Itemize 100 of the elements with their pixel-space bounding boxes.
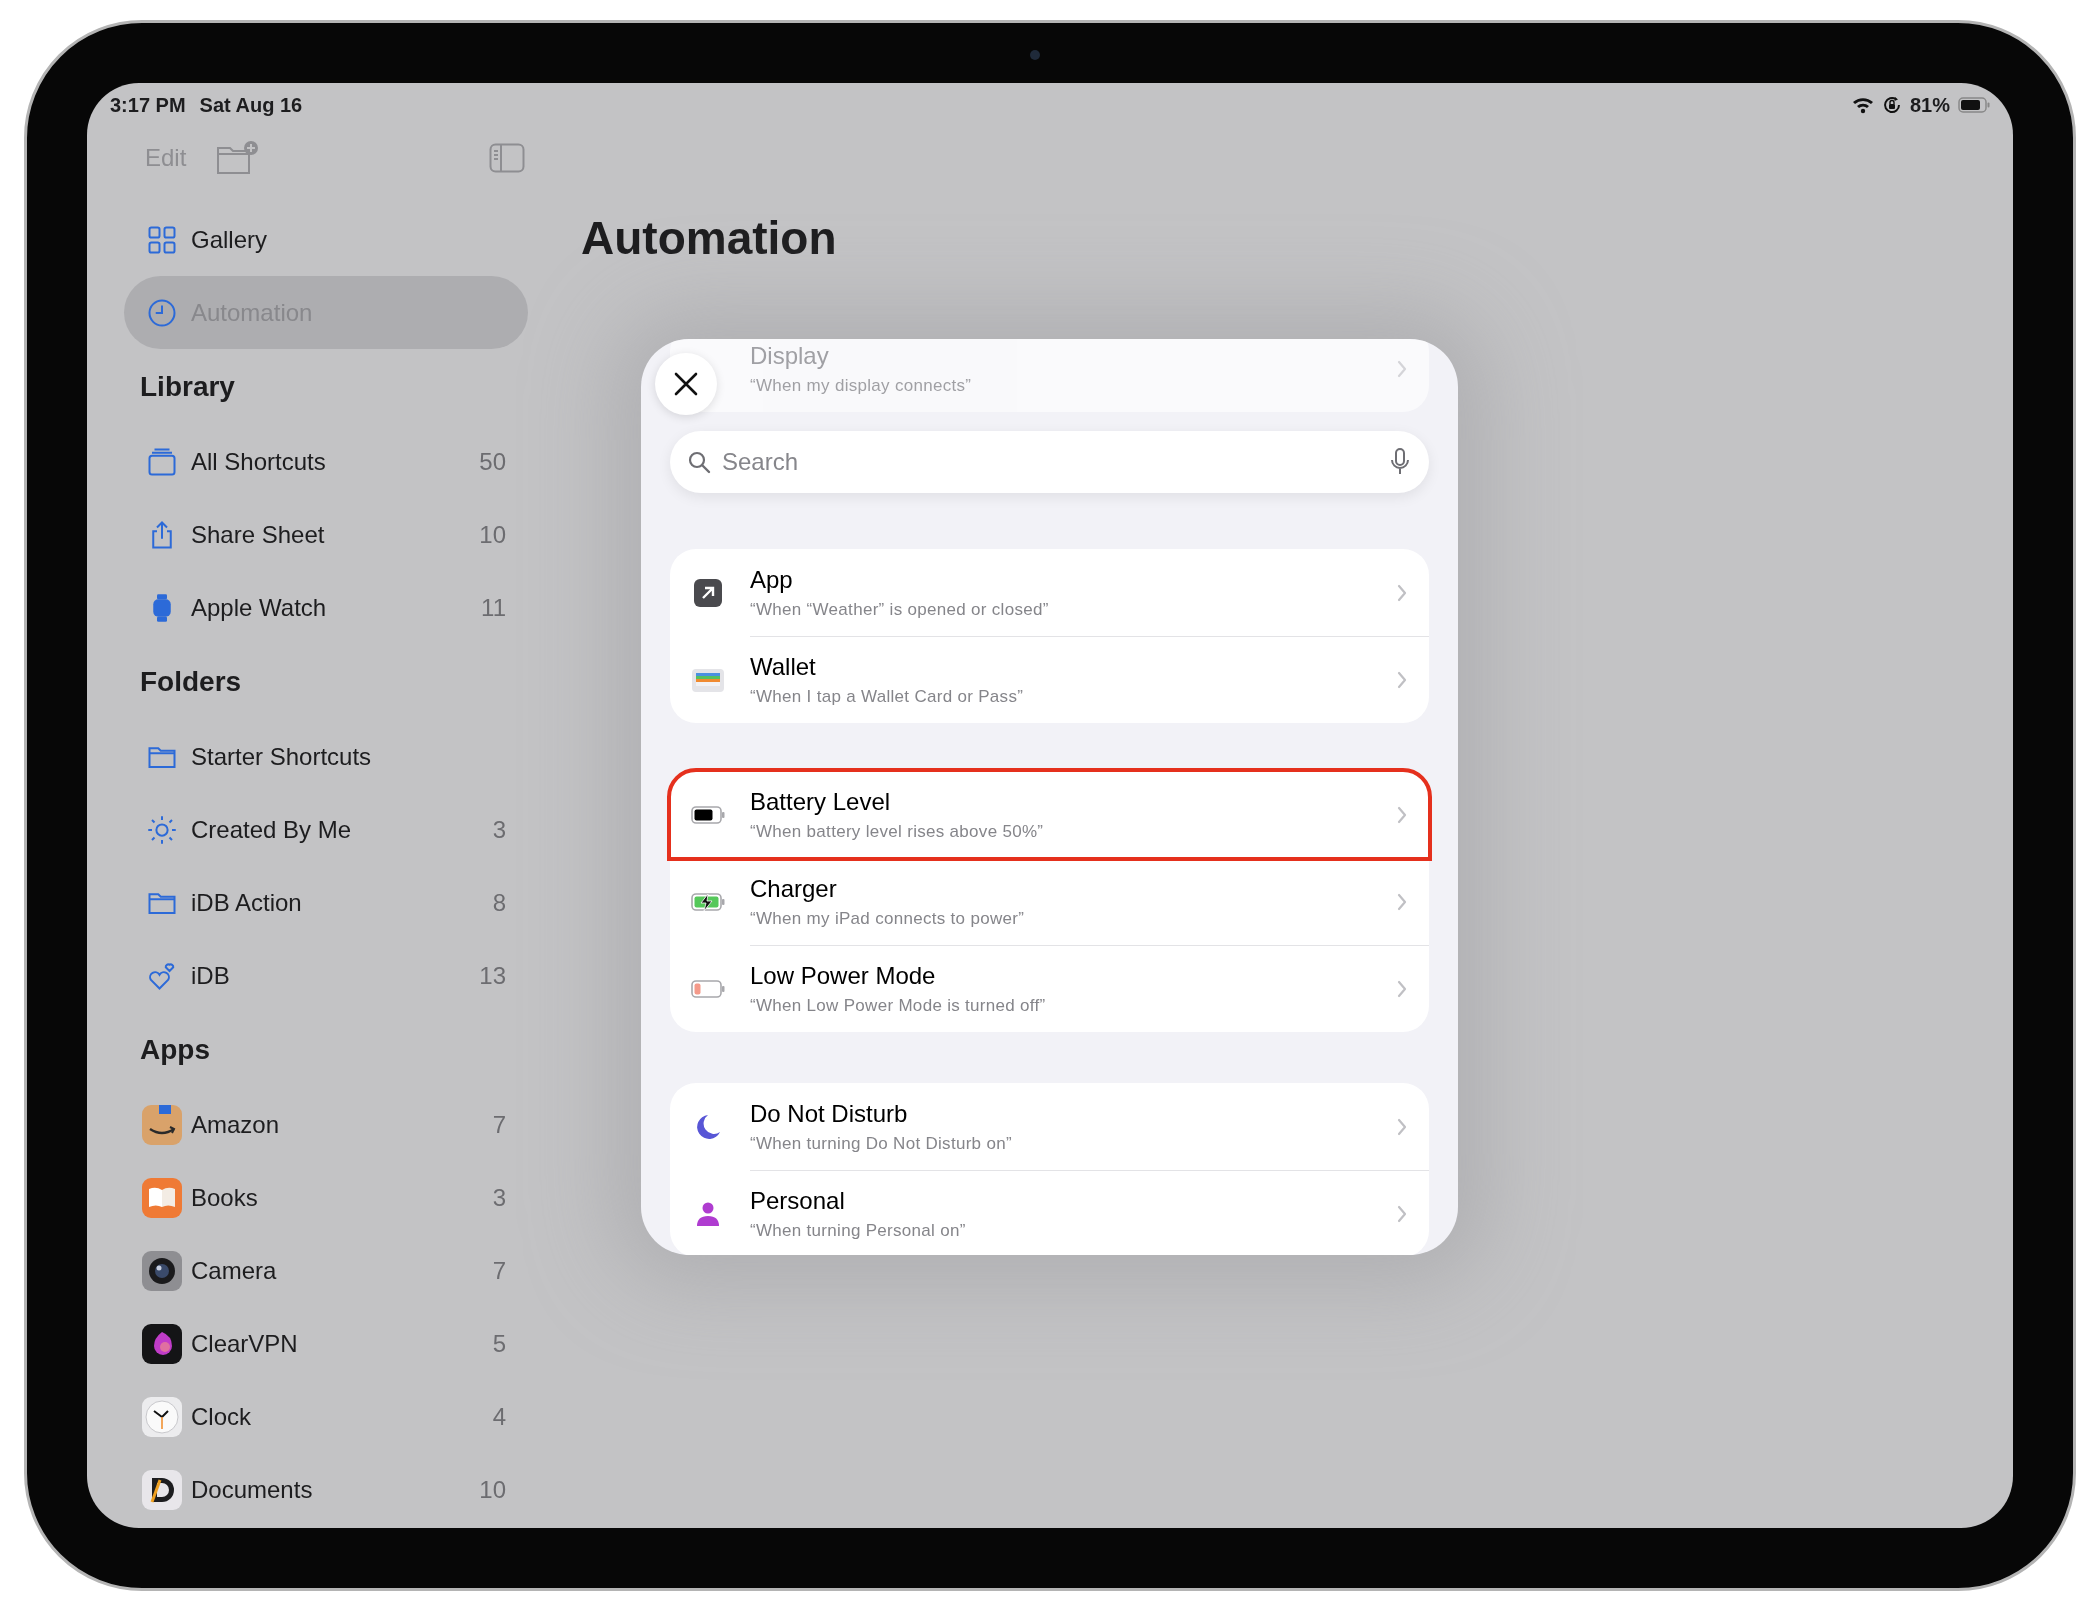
item-count: 5 — [492, 1329, 506, 1358]
sidebar-item[interactable]: Apple Watch 11 — [124, 571, 528, 644]
trigger-title: Personal — [750, 1186, 846, 1216]
item-count: 3 — [492, 815, 506, 844]
item-count: 50 — [479, 447, 506, 476]
item-label: Books — [191, 1183, 259, 1212]
trigger-description: “When Low Power Mode is turned off” — [750, 995, 1047, 1017]
app-icon — [142, 1104, 182, 1145]
person-icon — [695, 1200, 721, 1227]
battery-icon — [691, 805, 725, 824]
item-count: 7 — [492, 1110, 506, 1139]
item-label: Created By Me — [191, 815, 353, 844]
item-label: Starter Shortcuts — [191, 742, 373, 771]
trigger-title: Do Not Disturb — [750, 1098, 909, 1129]
search-field[interactable]: Search — [670, 431, 1429, 493]
section-header: Apps — [139, 1033, 211, 1067]
sidebar-item[interactable]: Camera 7 — [124, 1234, 528, 1307]
sidebar-item[interactable]: ClearVPN 5 — [124, 1307, 528, 1380]
chevron-icon — [1397, 805, 1407, 824]
item-count: 7 — [492, 1256, 506, 1285]
item-count: 10 — [479, 1475, 506, 1504]
section-header: Library — [139, 370, 236, 404]
trigger-description: “When turning Do Not Disturb on” — [750, 1132, 1013, 1155]
sidebar-item[interactable]: Gallery — [124, 203, 528, 276]
item-count: 3 — [492, 1183, 506, 1212]
chevron-icon — [1397, 1117, 1407, 1136]
trigger-row[interactable]: Battery Level “When battery level rises above 50%” — [670, 771, 1429, 858]
trigger-title: Display — [750, 340, 830, 371]
trigger-title: Wallet — [750, 652, 817, 682]
item-count: 10 — [479, 520, 506, 549]
app-icon — [142, 1177, 182, 1218]
item-label: iDB Action — [191, 888, 303, 917]
chevron-icon — [1397, 671, 1407, 689]
chevron-icon — [1397, 359, 1407, 378]
sidebar-item[interactable]: Documents 10 — [124, 1453, 528, 1526]
sidebar-item[interactable]: All Shortcuts 50 — [124, 425, 528, 498]
trigger-row[interactable]: App “When “Weather” is opened or closed” — [670, 549, 1429, 636]
sidebar-item[interactable]: Created By Me 3 — [124, 793, 528, 866]
item-label: Apple Watch — [191, 593, 328, 622]
item-count: 4 — [492, 1402, 506, 1431]
item-label: Share Sheet — [191, 520, 326, 549]
sidebar-item[interactable]: Amazon 7 — [124, 1088, 528, 1161]
chevron-icon — [1397, 893, 1407, 911]
chevron-icon — [1397, 980, 1407, 998]
item-label: Amazon — [191, 1110, 281, 1139]
trigger-row[interactable]: Personal “When turning Personal on” — [670, 1170, 1429, 1255]
item-label: ClearVPN — [191, 1329, 299, 1358]
trigger-description: “When my display connects” — [750, 374, 973, 397]
sun-icon — [147, 814, 177, 845]
app-icon — [142, 1396, 182, 1437]
stack-icon — [147, 446, 177, 477]
trigger-row[interactable]: Wallet “When I tap a Wallet Card or Pass” — [670, 636, 1429, 723]
clock-icon — [147, 297, 177, 328]
microphone-icon — [1391, 448, 1409, 476]
item-label: iDB — [191, 961, 231, 990]
page-title: Automation — [581, 211, 838, 266]
status-time: 3:17 PM — [110, 93, 186, 117]
item-count: 8 — [492, 888, 506, 917]
app-icon — [142, 1250, 182, 1291]
sidebar-toggle-icon[interactable] — [489, 143, 525, 173]
app-icon — [142, 1469, 182, 1510]
close-button[interactable] — [655, 353, 717, 415]
item-label: All Shortcuts — [191, 447, 327, 476]
trigger-description: “When I tap a Wallet Card or Pass” — [750, 686, 1025, 708]
moon-icon — [694, 1112, 722, 1141]
camera-lens — [1030, 50, 1040, 60]
sidebar-item[interactable]: Share Sheet 10 — [124, 498, 528, 571]
new-folder-icon[interactable] — [216, 140, 261, 176]
item-count: 11 — [481, 593, 506, 622]
grid-icon — [147, 224, 177, 255]
status-date: Sat Aug 16 — [199, 93, 303, 117]
chevron-icon — [1397, 583, 1407, 602]
trigger-row[interactable]: Do Not Disturb “When turning Do Not Disturb on” — [670, 1083, 1429, 1170]
trigger-row[interactable]: Charger “When my iPad connects to power” — [670, 858, 1429, 945]
chevron-icon — [1397, 1205, 1407, 1223]
item-count: 13 — [479, 961, 506, 990]
item-label: Clock — [191, 1402, 252, 1431]
trigger-row[interactable]: Low Power Mode “When Low Power Mode is turned off” — [670, 945, 1429, 1032]
battery-icon — [1958, 97, 1990, 113]
item-label: Gallery — [191, 225, 269, 254]
sidebar-item[interactable]: Books 3 — [124, 1161, 528, 1234]
trigger-title: Charger — [750, 874, 838, 904]
sidebar-item[interactable]: iDB 13 — [124, 939, 528, 1012]
section-header: Folders — [139, 665, 243, 699]
close-icon — [673, 371, 699, 397]
rotation-lock-icon — [1881, 95, 1902, 115]
sidebar-item[interactable]: Starter Shortcuts — [124, 720, 528, 793]
wifi-icon — [1851, 96, 1874, 114]
trigger-description: “When my iPad connects to power” — [750, 908, 1026, 930]
trigger-title: App — [750, 564, 794, 595]
trigger-description: “When “Weather” is opened or closed” — [750, 598, 1050, 621]
hearts-icon — [147, 960, 177, 991]
trigger-description: “When turning Personal on” — [750, 1220, 967, 1242]
search-icon — [687, 450, 711, 474]
sidebar-item[interactable]: Clock 4 — [124, 1380, 528, 1453]
battery-percentage: 81% — [1909, 93, 1950, 117]
trigger-title: Low Power Mode — [750, 961, 937, 991]
sidebar-item[interactable]: iDB Action 8 — [124, 866, 528, 939]
item-label: Camera — [191, 1256, 278, 1285]
charging-battery-icon — [691, 892, 725, 911]
